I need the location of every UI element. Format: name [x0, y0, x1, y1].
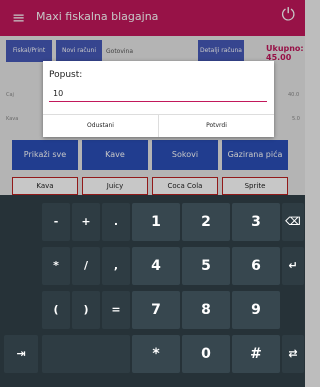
key-plus[interactable]: + [72, 203, 100, 241]
key-hash[interactable]: # [232, 335, 280, 373]
discount-dialog-title: Popust: [49, 70, 83, 80]
key-0[interactable]: 0 [182, 335, 230, 373]
key-comma[interactable]: , [102, 247, 130, 285]
key-1[interactable]: 1 [132, 203, 180, 241]
key-8[interactable]: 8 [182, 291, 230, 329]
key-6[interactable]: 6 [232, 247, 280, 285]
discount-dialog: Popust: 10 Odustani Potvrdi [43, 61, 274, 137]
tab-icon[interactable]: ⇥ [4, 335, 38, 373]
discount-input[interactable]: 10 [49, 88, 267, 102]
cancel-button[interactable]: Odustani [43, 115, 158, 137]
switch-keyboard-icon[interactable]: ⇄ [282, 335, 304, 373]
enter-icon[interactable]: ↵ [282, 247, 304, 285]
key-asterisk[interactable]: * [132, 335, 180, 373]
key-3[interactable]: 3 [232, 203, 280, 241]
key-multiply[interactable]: * [42, 247, 70, 285]
key-minus[interactable]: - [42, 203, 70, 241]
key-close-paren[interactable]: ) [72, 291, 100, 329]
numeric-keyboard: - + . 1 2 3 ⌫ * / , 4 5 6 ↵ ( ) = 7 8 9 … [0, 195, 305, 387]
backspace-icon[interactable]: ⌫ [282, 203, 304, 241]
key-open-paren[interactable]: ( [42, 291, 70, 329]
key-dot[interactable]: . [102, 203, 130, 241]
key-7[interactable]: 7 [132, 291, 180, 329]
key-9[interactable]: 9 [232, 291, 280, 329]
space-key[interactable] [42, 335, 130, 373]
key-divide[interactable]: / [72, 247, 100, 285]
key-4[interactable]: 4 [132, 247, 180, 285]
confirm-button[interactable]: Potvrdi [159, 115, 274, 137]
key-2[interactable]: 2 [182, 203, 230, 241]
key-5[interactable]: 5 [182, 247, 230, 285]
key-equals[interactable]: = [102, 291, 130, 329]
